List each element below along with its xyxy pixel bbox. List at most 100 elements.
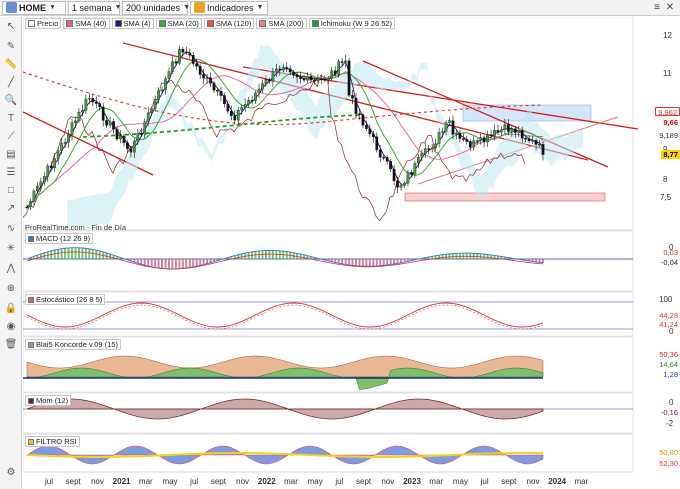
menu-icon[interactable]: ≡ <box>654 2 660 13</box>
y-tick: 7,5 <box>660 193 672 202</box>
candle <box>153 99 157 109</box>
x-tick-label: mar <box>574 477 589 486</box>
candle <box>337 61 341 75</box>
macd-bar <box>154 259 157 268</box>
channel-icon[interactable]: ▤ <box>3 147 19 161</box>
legend-swatch <box>259 20 267 27</box>
candle <box>264 79 268 84</box>
candle <box>164 78 167 91</box>
lock-icon[interactable]: 🔒 <box>3 301 19 315</box>
macd-bar <box>483 254 486 259</box>
grid-icon <box>6 2 17 13</box>
candle <box>167 71 171 79</box>
timeframe-label: 1 semana <box>72 2 112 13</box>
macd-bar <box>178 259 181 269</box>
macd-bar <box>379 259 382 266</box>
arrow-icon[interactable]: ↗ <box>3 201 19 215</box>
x-tick-label: sept <box>356 477 372 486</box>
candle <box>29 201 32 208</box>
macd-bar <box>147 259 150 267</box>
candle <box>399 185 403 188</box>
candle <box>240 107 244 111</box>
panel-label-text: MACD (12 26 9) <box>36 234 91 243</box>
y-tick: 8 <box>663 175 668 184</box>
gann-icon[interactable]: ✳ <box>3 241 19 255</box>
text-icon[interactable]: T <box>3 111 19 125</box>
ruler-icon[interactable]: 📏 <box>3 57 19 71</box>
panel-label-text: Estocástico (26 8 5) <box>36 295 103 304</box>
candle <box>461 138 465 140</box>
candle <box>365 125 368 129</box>
candle <box>108 121 112 126</box>
legend-item-sma4[interactable]: SMA (4) <box>111 18 154 29</box>
macd-bar <box>185 259 188 269</box>
timeframe-selector[interactable]: 1 semana ▼ <box>68 0 121 15</box>
candle <box>527 138 531 142</box>
legend-swatch <box>311 20 319 27</box>
legend-item-sma40[interactable]: SMA (40) <box>63 18 110 29</box>
legend-item-sma200[interactable]: SMA (200) <box>256 18 307 29</box>
candle <box>458 132 462 139</box>
candle <box>423 148 427 154</box>
candle <box>63 141 67 144</box>
close-icon[interactable]: ✕ <box>664 2 676 14</box>
candle <box>42 176 46 182</box>
candle <box>392 168 396 182</box>
x-tick-label: sept <box>210 477 226 486</box>
mom-tag: -0,16 <box>660 408 678 417</box>
x-tick-label: sept <box>65 477 81 486</box>
macd-label[interactable]: MACD (12 26 9) <box>25 233 94 244</box>
x-tick-label: jul <box>480 477 489 486</box>
macd-bar <box>95 250 98 259</box>
candle <box>81 110 84 113</box>
shapes-icon[interactable]: □ <box>3 183 19 197</box>
candle <box>171 61 174 72</box>
magnet-icon[interactable]: ⊕ <box>3 281 19 295</box>
candle <box>513 128 517 133</box>
macd-bar <box>275 250 278 259</box>
x-tick-label: jul <box>44 477 54 486</box>
chart-canvas[interactable] <box>8 16 680 489</box>
symbol-selector[interactable]: HOME ▼ <box>2 0 66 15</box>
candle <box>382 157 386 159</box>
x-tick-label: nov <box>90 477 104 486</box>
blai5-label[interactable]: Blai5 Koncorde v.09 (15) <box>25 339 121 350</box>
rsi-label[interactable]: FILTRO RSI <box>25 436 80 447</box>
legend-item-sma20[interactable]: SMA (20) <box>155 18 202 29</box>
trash-icon[interactable]: 🗑 <box>3 337 19 351</box>
legend-swatch <box>114 20 122 27</box>
candle <box>60 143 63 151</box>
line-icon[interactable]: ╱ <box>3 75 19 89</box>
candle <box>468 141 472 148</box>
chart-area[interactable]: Precio SMA (40) SMA (4) SMA (20) SMA (12… <box>8 16 680 489</box>
pattern-icon[interactable]: ⋀ <box>3 261 19 275</box>
candle <box>503 124 507 130</box>
pencil-icon[interactable]: ✎ <box>3 39 19 53</box>
legend-item-sma120[interactable]: SMA (120) <box>203 18 255 29</box>
indicators-button[interactable]: Indicadores ▼ <box>190 0 268 15</box>
zoom-icon[interactable]: 🔍 <box>3 93 19 107</box>
legend-label: SMA (120) <box>215 19 252 28</box>
eye-icon[interactable]: ◉ <box>3 319 19 333</box>
x-tick-label: may <box>307 477 323 486</box>
candle <box>295 74 299 78</box>
candle <box>368 128 372 135</box>
cycle-icon[interactable]: ∿ <box>3 221 19 235</box>
trendline-icon[interactable]: ⟋ <box>3 129 19 143</box>
units-selector[interactable]: 200 unidades ▼ <box>122 0 190 15</box>
x-tick-label: 2023 <box>403 477 421 486</box>
pointer-icon[interactable]: ↖ <box>3 19 19 33</box>
legend-item-ichimoku[interactable]: Ichimoku (W 9 26 52) <box>308 18 396 29</box>
macd-bar <box>81 248 84 259</box>
mom-label[interactable]: Mom (12) <box>25 395 72 406</box>
candle <box>139 133 143 135</box>
macd-bar <box>64 248 67 259</box>
fibonacci-icon[interactable]: ☰ <box>3 165 19 179</box>
candle <box>254 92 257 101</box>
stoch-label[interactable]: Estocástico (26 8 5) <box>25 294 106 305</box>
candle <box>219 91 223 96</box>
candle <box>49 165 53 168</box>
candle <box>340 61 344 63</box>
settings-icon[interactable]: ⚙ <box>3 465 19 479</box>
legend-item-price[interactable]: Precio <box>25 18 62 29</box>
